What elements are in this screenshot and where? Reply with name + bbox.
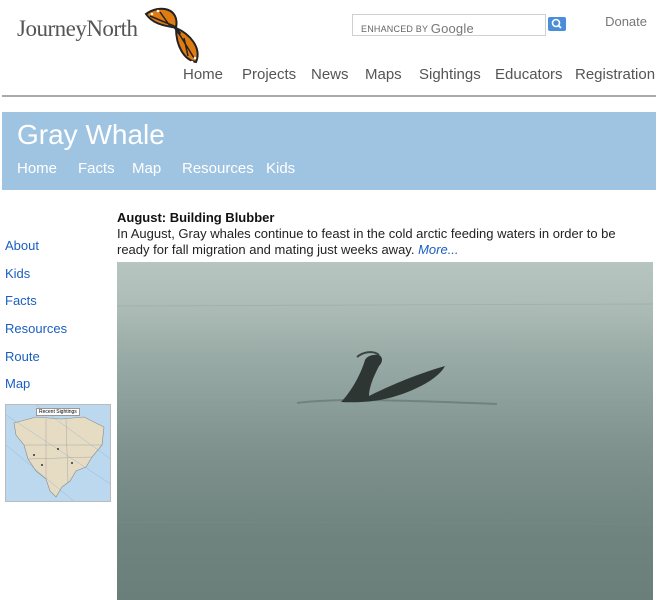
- article-text: In August, Gray whales continue to feast…: [117, 226, 616, 257]
- nav-home[interactable]: Home: [183, 66, 223, 83]
- sidebar-item-map[interactable]: Map: [5, 376, 30, 391]
- search-input[interactable]: ENHANCED BY Google: [352, 14, 546, 36]
- sidebar-item-resources[interactable]: Resources: [5, 321, 67, 336]
- nav-maps[interactable]: Maps: [365, 66, 402, 83]
- nav-news[interactable]: News: [311, 66, 349, 83]
- whale-fluke-image: [117, 303, 653, 525]
- sidebar-item-facts[interactable]: Facts: [5, 293, 37, 308]
- nav-sightings[interactable]: Sightings: [419, 66, 481, 83]
- header-divider: [2, 95, 656, 97]
- nav-educators[interactable]: Educators: [495, 66, 563, 83]
- gray-whale-tail-photo: [117, 262, 653, 600]
- article-body: In August, Gray whales continue to feast…: [117, 226, 647, 258]
- search-branding: ENHANCED BY Google: [361, 21, 474, 36]
- species-banner: Gray Whale Home Facts Map Resources Kids: [2, 112, 656, 190]
- article-title: August: Building Blubber: [117, 210, 275, 225]
- north-america-map-icon: [6, 405, 110, 501]
- map-caption: Recent Sightings: [36, 408, 80, 416]
- subnav-map[interactable]: Map: [132, 160, 161, 177]
- page-title: Gray Whale: [17, 119, 165, 150]
- journey-north-logo[interactable]: JourneyNorth: [17, 16, 138, 42]
- recent-sightings-map[interactable]: Recent Sightings: [5, 404, 111, 502]
- subnav-home[interactable]: Home: [17, 160, 57, 177]
- donate-link[interactable]: Donate: [605, 14, 647, 29]
- subnav-kids[interactable]: Kids: [266, 160, 295, 177]
- search-button[interactable]: [548, 17, 566, 31]
- subnav-resources[interactable]: Resources: [182, 160, 254, 177]
- sidebar-item-route[interactable]: Route: [5, 349, 40, 364]
- nav-registration[interactable]: Registration: [575, 66, 655, 83]
- search-icon: [551, 18, 562, 29]
- sidebar-item-kids[interactable]: Kids: [5, 266, 30, 281]
- more-link[interactable]: More...: [418, 242, 458, 257]
- monarch-butterfly-logo-icon: [140, 4, 204, 71]
- sidebar-item-about[interactable]: About: [5, 238, 39, 253]
- nav-projects[interactable]: Projects: [242, 66, 296, 83]
- subnav-facts[interactable]: Facts: [78, 160, 115, 177]
